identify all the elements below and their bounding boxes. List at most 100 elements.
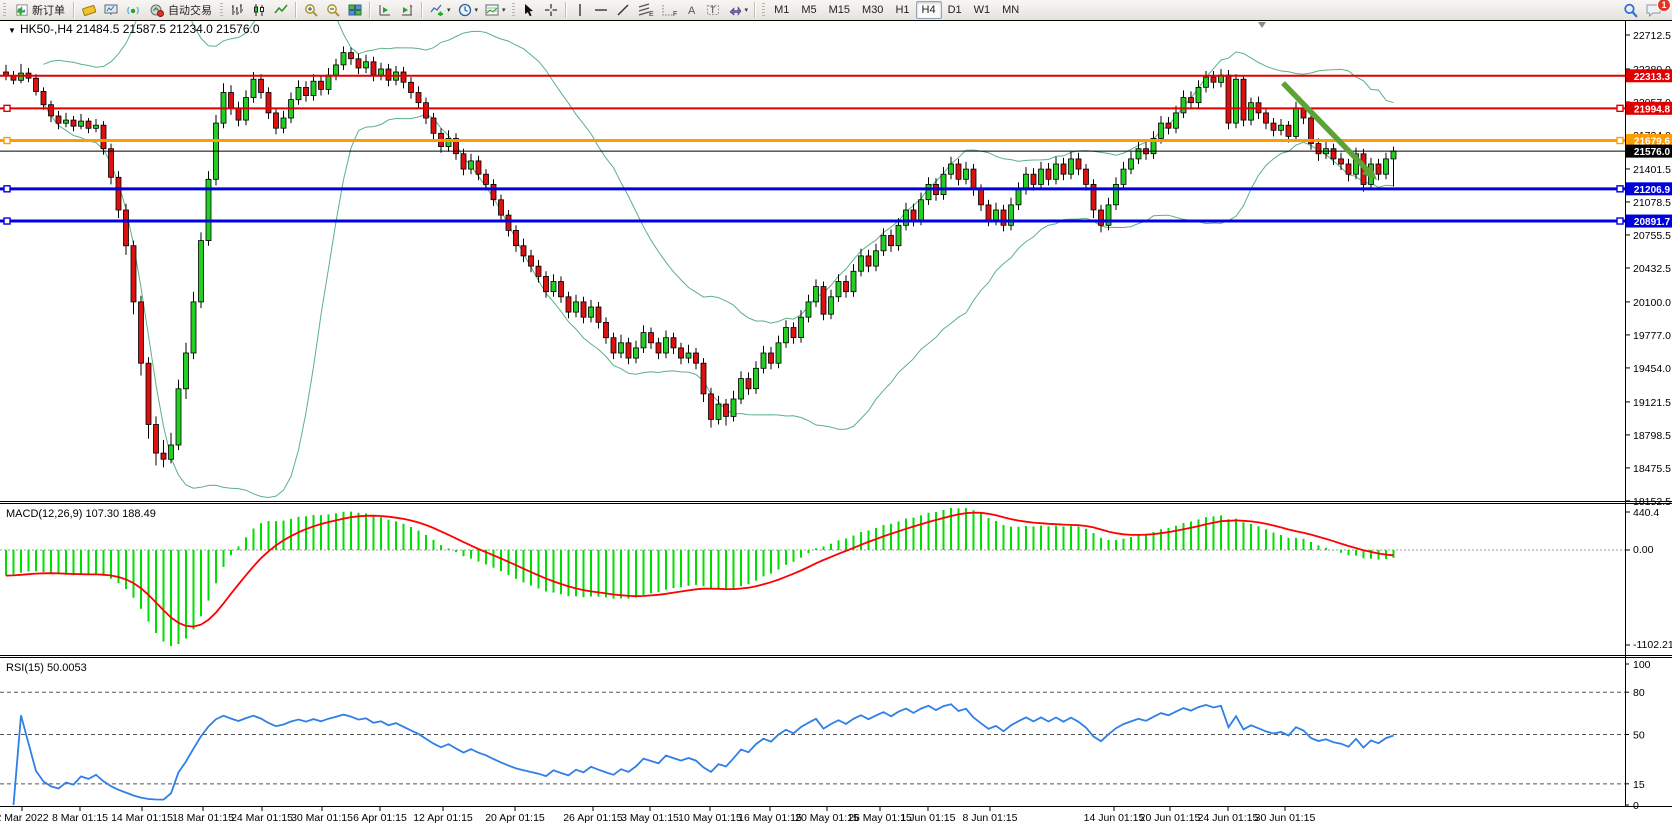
timeframe-W1[interactable]: W1 xyxy=(968,1,997,19)
zoom-in-button[interactable] xyxy=(300,1,322,19)
candle-body xyxy=(716,404,721,419)
svg-text:20891.7: 20891.7 xyxy=(1634,217,1671,228)
vertical-line-button[interactable] xyxy=(570,1,590,19)
horizontal-line-button[interactable] xyxy=(590,1,612,19)
candle-body xyxy=(859,256,864,271)
signal-button[interactable] xyxy=(122,1,144,19)
auto-scroll-button[interactable] xyxy=(374,1,396,19)
candle-body xyxy=(49,105,54,116)
bar-chart-button[interactable] xyxy=(226,1,248,19)
candle-body xyxy=(169,445,174,459)
candle-body xyxy=(889,236,894,246)
vertical-line-icon xyxy=(573,2,587,18)
candle-body xyxy=(1166,123,1171,128)
time-label: 24 Jun 01:15 xyxy=(1198,812,1259,824)
candle-body xyxy=(1061,164,1066,174)
grid-button[interactable]: F xyxy=(658,1,682,19)
new-order-button[interactable]: 新订单 xyxy=(9,1,70,19)
candle-body xyxy=(1054,164,1059,179)
rsi-line xyxy=(14,704,1394,805)
svg-text:22313.3: 22313.3 xyxy=(1634,72,1671,83)
candle-body xyxy=(1001,210,1006,225)
rsi-axis-label: 15 xyxy=(1633,779,1645,791)
line-anchor-marker[interactable] xyxy=(4,138,10,144)
timeframe-D1[interactable]: D1 xyxy=(942,1,968,19)
timeframe-H1[interactable]: H1 xyxy=(889,1,915,19)
search-button[interactable] xyxy=(1619,1,1642,19)
candle-body xyxy=(476,161,481,174)
candle-body xyxy=(341,53,346,65)
rsi-label: RSI(15) 50.0053 xyxy=(6,662,87,674)
time-axis[interactable]: 2 Mar 20228 Mar 01:1514 Mar 01:1518 Mar … xyxy=(0,806,1316,824)
timeframe-MN[interactable]: MN xyxy=(996,1,1025,19)
macd-axis-min: -1102.21 xyxy=(1633,639,1672,651)
fibonacci-button[interactable]: E xyxy=(634,1,658,19)
candle-body xyxy=(1181,98,1186,113)
timeframe-H4[interactable]: H4 xyxy=(916,1,942,19)
chart-shift-marker[interactable] xyxy=(1258,22,1266,28)
candle-body xyxy=(686,353,691,358)
line-anchor-marker[interactable] xyxy=(1617,186,1623,192)
shapes-button[interactable]: ▾ xyxy=(724,1,752,19)
candle-body xyxy=(259,79,264,92)
candle-body xyxy=(679,348,684,358)
timeframe-M30[interactable]: M30 xyxy=(856,1,889,19)
candle-body xyxy=(1346,164,1351,174)
text-icon: A xyxy=(685,2,699,18)
line-anchor-marker[interactable] xyxy=(1617,105,1623,111)
new-order-label: 新订单 xyxy=(32,2,65,18)
candle-body xyxy=(176,389,181,445)
line-anchor-marker[interactable] xyxy=(4,218,10,224)
time-label: 30 Jun 01:15 xyxy=(1255,812,1316,824)
candle-chart-button[interactable] xyxy=(248,1,270,19)
search-icon xyxy=(1622,2,1639,19)
timeframe-M1[interactable]: M1 xyxy=(768,1,795,19)
candle-body xyxy=(1189,98,1194,103)
trading-app-window: 新订单 自动交易 ▾ ▾ ▾ E F A T ▾ xyxy=(0,0,1672,826)
line-anchor-marker[interactable] xyxy=(4,186,10,192)
candle-body xyxy=(251,79,256,97)
candle-body xyxy=(1376,164,1381,174)
candle-body xyxy=(1136,149,1141,159)
candle-body xyxy=(229,93,234,108)
candle-body xyxy=(634,348,639,358)
market-watch-button[interactable] xyxy=(100,1,122,19)
candle-body xyxy=(1271,123,1276,130)
cursor-button[interactable] xyxy=(518,1,540,19)
candle-body xyxy=(266,93,271,113)
line-anchor-marker[interactable] xyxy=(1617,138,1623,144)
line-anchor-marker[interactable] xyxy=(4,105,10,111)
candle-body xyxy=(656,343,661,353)
line-chart-button[interactable] xyxy=(270,1,292,19)
candle-body xyxy=(896,225,901,245)
candle-body xyxy=(469,161,474,169)
candle-body xyxy=(401,72,406,82)
label-icon: T xyxy=(705,2,721,18)
candle-body xyxy=(566,297,571,312)
add-indicator-button[interactable]: ▾ xyxy=(426,1,454,19)
candle-body xyxy=(559,282,564,297)
candle-body xyxy=(1204,77,1209,87)
chart-shift-button[interactable] xyxy=(396,1,418,19)
svg-text:F: F xyxy=(673,11,677,18)
crosshair-button[interactable] xyxy=(540,1,562,19)
ticket-button[interactable] xyxy=(78,1,100,19)
zoom-out-button[interactable] xyxy=(322,1,344,19)
time-label: 20 Apr 01:15 xyxy=(485,812,545,824)
label-button[interactable]: T xyxy=(702,1,724,19)
price-tick-label: 20432.5 xyxy=(1633,263,1671,275)
chart-area[interactable]: ▼HK50-,H4 21484.5 21587.5 21234.0 21576.… xyxy=(0,20,1672,826)
notifications-button[interactable]: 1 xyxy=(1642,1,1666,19)
candle-body xyxy=(619,343,624,353)
timeframe-M5[interactable]: M5 xyxy=(795,1,822,19)
tile-windows-button[interactable] xyxy=(344,1,366,19)
time-label: 24 Mar 01:15 xyxy=(231,812,293,824)
text-button[interactable]: A xyxy=(682,1,702,19)
template-button[interactable]: ▾ xyxy=(481,1,509,19)
period-button[interactable]: ▾ xyxy=(454,1,482,19)
timeframe-M15[interactable]: M15 xyxy=(823,1,856,19)
line-anchor-marker[interactable] xyxy=(1617,218,1623,224)
trendline-button[interactable] xyxy=(612,1,634,19)
shapes-icon xyxy=(727,2,743,18)
auto-trading-button[interactable]: 自动交易 xyxy=(144,1,217,19)
